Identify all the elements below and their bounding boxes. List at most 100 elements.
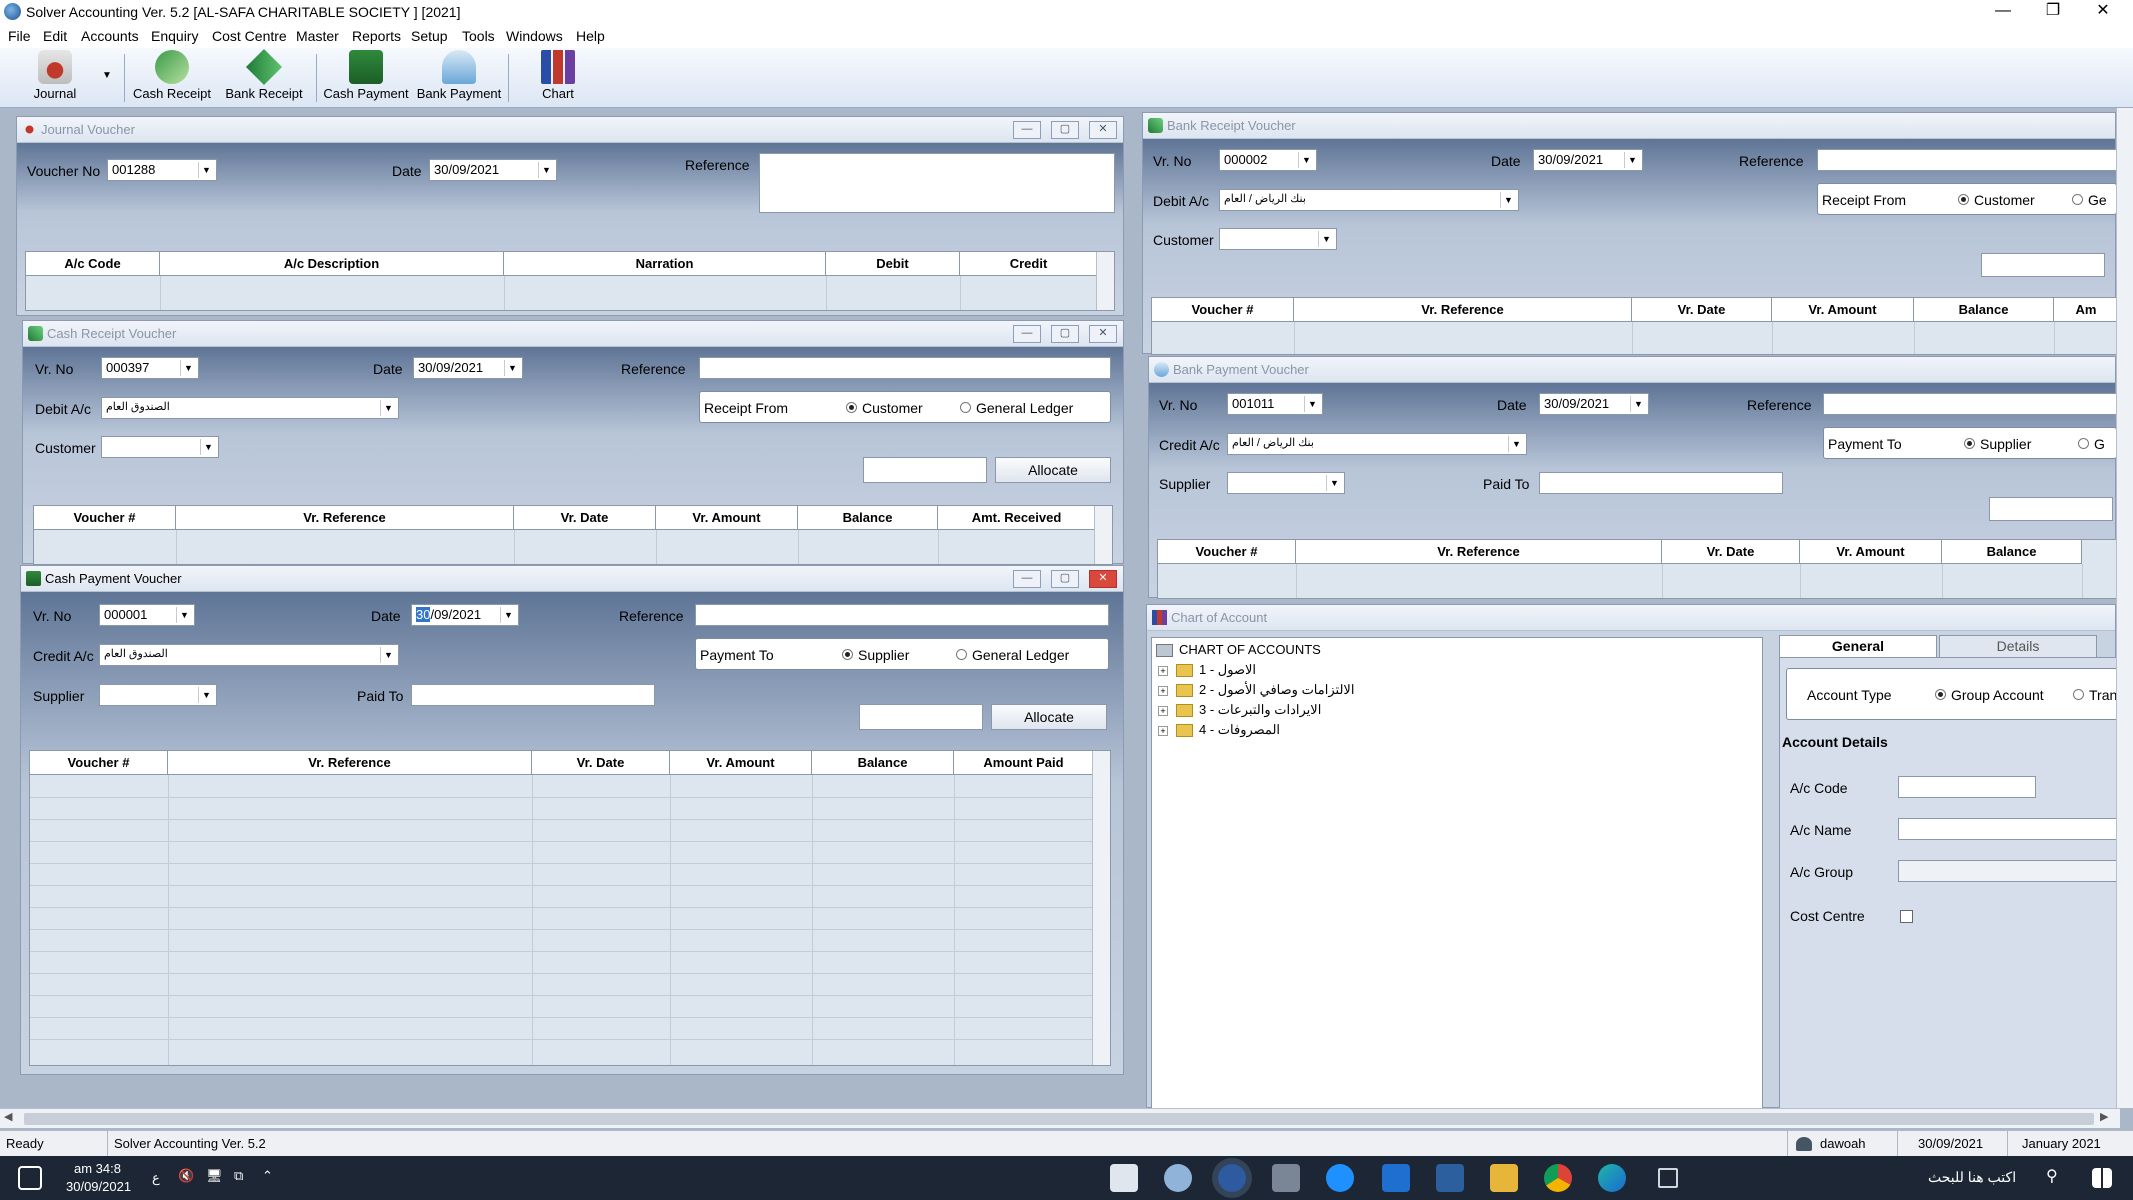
cash-receipt-button[interactable]: Cash Receipt [130,50,214,106]
vr-no-combo[interactable]: 000001 ▼ [99,604,195,626]
credit-account-combo[interactable]: الصندوق العام ▼ [99,644,399,666]
chevron-down-icon[interactable]: ▼ [1304,396,1320,412]
journal-button[interactable]: Journal [20,50,90,106]
col-vr-date[interactable]: Vr. Date [1662,540,1800,564]
customer-radio[interactable] [846,402,857,413]
allocate-button[interactable]: Allocate [995,457,1111,483]
paid-to-input[interactable] [1539,472,1783,494]
general-ledger-radio[interactable] [2072,194,2083,205]
minimize-icon[interactable]: — [1980,0,2026,24]
close-icon[interactable]: ✕ [2080,0,2126,24]
allocate-amount-input[interactable] [863,457,987,483]
chevron-down-icon[interactable]: ▼ [200,439,216,455]
allocate-button[interactable]: Allocate [991,704,1107,730]
tree-node[interactable]: +3 - الايرادات والتبرعات [1158,702,1321,718]
menu-windows[interactable]: Windows [506,28,563,44]
col-voucher[interactable]: Voucher # [1152,298,1294,322]
customer-radio[interactable] [1958,194,1969,205]
credit-account-combo[interactable]: بنك الرياض / العام ▼ [1227,433,1527,455]
tab-general[interactable]: General [1779,635,1937,657]
col-ac-code[interactable]: A/c Code [26,252,160,276]
close-icon[interactable]: ✕ [1089,325,1117,343]
menu-file[interactable]: File [8,28,31,44]
tree-root[interactable]: CHART OF ACCOUNTS [1156,642,1321,658]
menu-accounts[interactable]: Accounts [81,28,139,44]
transaction-account-radio[interactable] [2073,689,2084,700]
menu-reports[interactable]: Reports [352,28,401,44]
col-balance[interactable]: Balance [1942,540,2082,564]
expand-icon[interactable]: + [1158,705,1168,716]
notification-icon[interactable] [18,1166,42,1190]
allocate-amount-input[interactable] [1989,497,2113,521]
col-vr-date[interactable]: Vr. Date [1632,298,1772,322]
expand-icon[interactable]: + [1158,665,1168,676]
chrome-browser-icon[interactable] [1544,1164,1572,1192]
menu-edit[interactable]: Edit [43,28,67,44]
chevron-down-icon[interactable]: ▼ [1500,192,1516,208]
cost-centre-checkbox[interactable] [1900,910,1913,923]
group-account-radio[interactable] [1935,689,1946,700]
chevron-down-icon[interactable]: ▼ [1630,396,1646,412]
menu-master[interactable]: Master [296,28,339,44]
grid-scrollbar[interactable] [1096,252,1114,310]
date-picker[interactable]: 30/09/2021 ▼ [429,159,557,181]
search-placeholder[interactable]: اكتب هنا للبحث [1928,1169,2016,1186]
col-voucher[interactable]: Voucher # [34,506,176,530]
allocate-amount-input[interactable] [859,704,983,730]
col-voucher[interactable]: Voucher # [1158,540,1296,564]
menu-setup[interactable]: Setup [411,28,448,44]
date-picker[interactable]: 30/09/2021 ▼ [411,604,519,626]
chevron-down-icon[interactable]: ▼ [176,607,192,623]
customer-combo[interactable]: ▼ [101,436,219,458]
col-narration[interactable]: Narration [504,252,826,276]
app-icon[interactable] [1164,1164,1192,1192]
vr-no-combo[interactable]: 001011 ▼ [1227,393,1323,415]
close-icon[interactable]: ✕ [1089,570,1117,588]
restore-icon[interactable]: ❐ [2030,0,2076,24]
close-icon[interactable]: ✕ [1089,121,1117,139]
col-vr-amount[interactable]: Vr. Amount [656,506,798,530]
general-ledger-radio[interactable] [956,649,967,660]
search-icon[interactable]: ⚲ [2046,1166,2058,1186]
scroll-left-icon[interactable]: ◀ [4,1110,12,1123]
chevron-down-icon[interactable]: ▼ [198,162,214,178]
menu-enquiry[interactable]: Enquiry [151,28,198,44]
col-vr-reference[interactable]: Vr. Reference [168,751,532,775]
grid-scrollbar[interactable] [1094,506,1112,564]
col-balance[interactable]: Balance [812,751,954,775]
menu-cost-centre[interactable]: Cost Centre [212,28,287,44]
store-app-icon[interactable] [1436,1164,1464,1192]
edge-browser-icon[interactable] [1598,1164,1626,1192]
paid-to-input[interactable] [411,684,655,706]
general-ledger-radio[interactable] [2078,438,2089,449]
supplier-radio[interactable] [842,649,853,660]
minimize-icon[interactable]: — [1013,325,1041,343]
supplier-combo[interactable]: ▼ [1227,472,1345,494]
task-view-icon[interactable] [1658,1168,1678,1188]
expand-icon[interactable]: + [1158,725,1168,736]
ac-code-input[interactable] [1898,776,2036,798]
minimize-icon[interactable]: — [1013,121,1041,139]
chevron-down-icon[interactable]: ▼ [198,687,214,703]
bank-receipt-button[interactable]: Bank Receipt [222,48,306,106]
maximize-icon[interactable]: ▢ [1051,570,1079,588]
scroll-right-icon[interactable]: ▶ [2100,1110,2108,1123]
network-icon[interactable]: 🖥 [206,1168,223,1184]
volume-icon[interactable]: 🔇 [178,1168,194,1184]
ac-group-input[interactable] [1898,860,2118,882]
ie-browser-icon[interactable] [1326,1164,1354,1192]
date-picker[interactable]: 30/09/2021 ▼ [1539,393,1649,415]
supplier-radio[interactable] [1964,438,1975,449]
col-debit[interactable]: Debit [826,252,960,276]
chevron-down-icon[interactable]: ▼ [180,360,196,376]
chevron-down-icon[interactable]: ▼ [1326,475,1342,491]
expand-icon[interactable]: + [1158,685,1168,696]
general-ledger-radio[interactable] [960,402,971,413]
reference-input[interactable] [695,604,1109,626]
vr-no-combo[interactable]: 000397 ▼ [101,357,199,379]
reference-input[interactable] [1823,393,2117,415]
col-balance[interactable]: Balance [1914,298,2054,322]
debit-account-combo[interactable]: بنك الرياض / العام ▼ [1219,189,1519,211]
col-amount-paid[interactable]: Amount Paid [954,751,1094,775]
chevron-up-icon[interactable]: ⌃ [262,1168,273,1184]
